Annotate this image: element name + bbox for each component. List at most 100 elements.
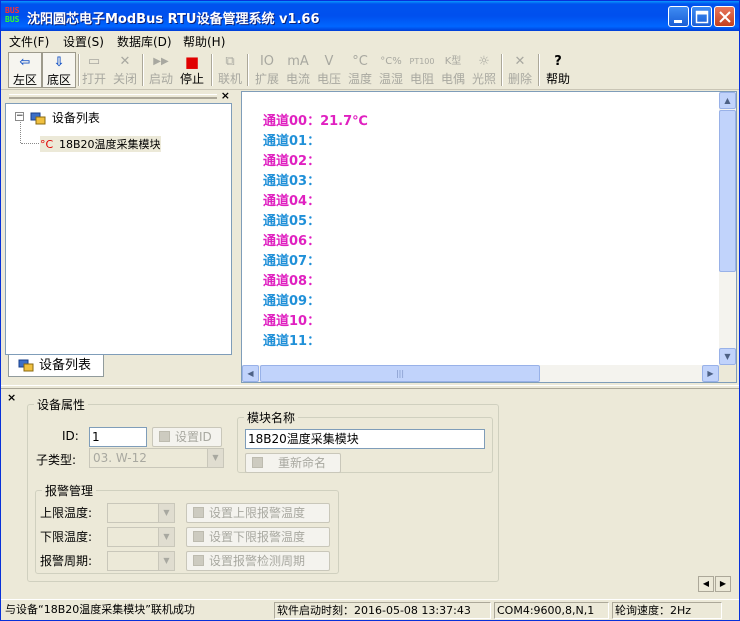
chevron-down-icon[interactable]: ▼ (207, 449, 223, 467)
pt100-icon: PT100 (409, 57, 435, 66)
horizontal-splitter[interactable] (1, 385, 739, 389)
temp-humidity-icon: °C% (380, 56, 402, 67)
panel-header: × (5, 89, 232, 103)
tree-item-18b20[interactable]: °C 18B20温度采集模块 (40, 136, 161, 152)
channel-row: 通道01： (263, 130, 320, 149)
rename-button[interactable]: 重新命名 (245, 453, 341, 473)
subtype-select[interactable]: 03. W-12 ▼ (89, 448, 224, 468)
title-bar[interactable]: BUS BUS 沈阳圆芯电子ModBus RTU设备管理系统 v1.66 (1, 1, 739, 31)
collapse-icon[interactable]: − (15, 112, 24, 121)
lower-temp-select[interactable]: ▼ (107, 527, 175, 547)
nav-next-button[interactable]: ▶ (715, 576, 731, 592)
toolbar: ⇦ 左区 ⇩ 底区 ▭ 打开 ✕ 关闭 ▶▶ 启动 ■ 停止 ⧉ 联机 IO 扩… (1, 50, 739, 90)
chevron-down-icon[interactable]: ▼ (158, 504, 174, 522)
tool-thermocouple[interactable]: K型 电偶 (436, 52, 470, 88)
channel-row: 通道05： (263, 210, 320, 229)
chevron-down-icon[interactable]: ▼ (158, 528, 174, 546)
status-poll-rate: 轮询速度：2Hz (612, 602, 722, 619)
tool-temperature[interactable]: °C 温度 (343, 52, 377, 88)
maximize-button[interactable] (691, 6, 712, 27)
tool-label: 温湿 (378, 72, 403, 86)
tool-left-panel[interactable]: ⇦ 左区 (8, 52, 42, 88)
tool-label: 光照 (471, 72, 496, 86)
id-label: ID: (62, 429, 79, 443)
tool-help[interactable]: ? 帮助 (541, 52, 575, 88)
tool-label: 电压 (316, 72, 341, 86)
nav-prev-button[interactable]: ◀ (698, 576, 714, 592)
status-start-time: 软件启动时刻：2016-05-08 13:37:43 (274, 602, 491, 619)
tool-temp-humidity[interactable]: °C% 温湿 (374, 52, 408, 88)
maximize-icon (695, 10, 709, 24)
tool-current[interactable]: mA 电流 (281, 52, 315, 88)
id-input[interactable]: 1 (89, 427, 147, 447)
set-id-button[interactable]: 设置ID (152, 427, 222, 447)
tab-device-list[interactable]: 设备列表 (8, 355, 104, 377)
channel-row: 通道03： (263, 170, 320, 189)
set-alarm-period-button[interactable]: 设置报警检测周期 (186, 551, 330, 571)
horizontal-scroll-thumb[interactable]: ||| (260, 365, 540, 382)
upper-temp-select[interactable]: ▼ (107, 503, 175, 523)
tool-label: 关闭 (112, 72, 137, 86)
channel-row: 通道10： (263, 310, 320, 329)
tool-label: 联机 (217, 72, 242, 86)
status-message: 与设备“18B20温度采集模块”联机成功 (5, 603, 195, 616)
menu-help[interactable]: 帮助(H) (183, 33, 225, 50)
channel-label: 通道02： (263, 154, 321, 169)
channel-row: 通道02： (263, 150, 320, 169)
alarm-title: 报警管理 (42, 482, 97, 499)
vertical-scroll-thumb[interactable] (719, 110, 736, 272)
channel-label: 通道09： (263, 294, 321, 309)
scroll-up-button[interactable]: ▲ (719, 92, 736, 109)
scroll-right-button[interactable]: ▶ (702, 365, 719, 382)
tool-io-expand[interactable]: IO 扩展 (250, 52, 284, 88)
scroll-down-button[interactable]: ▼ (719, 348, 736, 365)
tool-label: 停止 (179, 72, 204, 86)
scroll-left-button[interactable]: ◀ (242, 365, 259, 382)
set-lower-alarm-button[interactable]: 设置下限报警温度 (186, 527, 330, 547)
bottom-panel-close-icon[interactable]: × (7, 391, 16, 404)
close-button[interactable] (714, 6, 735, 27)
upper-temp-label: 上限温度: (40, 506, 93, 520)
toolbar-separator (538, 54, 540, 86)
horizontal-scrollbar[interactable]: ◀ ||| ▶ (242, 365, 719, 382)
channel-label: 通道05： (263, 214, 321, 229)
menu-settings[interactable]: 设置(S) (63, 33, 104, 50)
panel-close-icon[interactable]: × (221, 89, 230, 102)
stop-icon: ■ (184, 53, 200, 71)
tool-delete[interactable]: ✕ 删除 (503, 52, 537, 88)
tool-light[interactable]: ☼ 光照 (467, 52, 501, 88)
window-title: 沈阳圆芯电子ModBus RTU设备管理系统 v1.66 (27, 12, 320, 27)
module-name-input[interactable]: 18B20温度采集模块 (245, 429, 485, 449)
app-icon: BUS BUS (5, 6, 25, 26)
tool-stop[interactable]: ■ 停止 (175, 52, 209, 88)
io-icon: IO (259, 54, 275, 69)
alarm-period-select[interactable]: ▼ (107, 551, 175, 571)
set-lower-alarm-label: 设置下限报警温度 (209, 530, 306, 544)
menu-file[interactable]: 文件(F) (9, 33, 49, 50)
tool-bottom-panel[interactable]: ⇩ 底区 (42, 52, 76, 88)
button-icon (193, 507, 204, 518)
connect-icon: ⧉ (225, 54, 235, 69)
tool-resistance[interactable]: PT100 电阻 (405, 52, 439, 88)
menu-database[interactable]: 数据库(D) (117, 33, 172, 50)
sun-icon: ☼ (478, 54, 490, 69)
tree-root[interactable]: 设备列表 (30, 109, 100, 126)
chevron-down-icon[interactable]: ▼ (158, 552, 174, 570)
tool-start[interactable]: ▶▶ 启动 (144, 52, 178, 88)
menu-bar: 文件(F) 设置(S) 数据库(D) 帮助(H) (1, 31, 739, 50)
help-icon: ? (554, 54, 562, 69)
tool-close[interactable]: ✕ 关闭 (108, 52, 142, 88)
set-id-label: 设置ID (175, 430, 212, 444)
play-icon: ▶▶ (153, 56, 169, 67)
channel-label: 通道00： (263, 114, 321, 129)
set-upper-alarm-button[interactable]: 设置上限报警温度 (186, 503, 330, 523)
vertical-scrollbar[interactable]: ▲ ▼ (719, 92, 736, 365)
channel-row: 通道07： (263, 250, 320, 269)
minimize-button[interactable] (668, 6, 689, 27)
tool-label: 电偶 (440, 72, 465, 86)
tool-voltage[interactable]: V 电压 (312, 52, 346, 88)
tool-label: 电阻 (409, 72, 434, 86)
tool-open[interactable]: ▭ 打开 (77, 52, 111, 88)
scroll-corner (719, 365, 736, 382)
tool-connect[interactable]: ⧉ 联机 (213, 52, 247, 88)
